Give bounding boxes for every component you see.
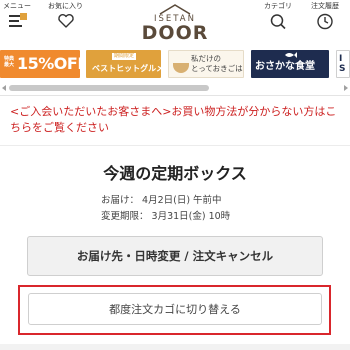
bottom-bar	[0, 344, 350, 350]
clock-icon	[317, 13, 333, 30]
scroll-left-icon[interactable]	[2, 85, 6, 91]
favorites-label: お気に入り	[48, 2, 83, 10]
change-deadline: 変更期限： 3月31日(金) 10時	[101, 211, 231, 222]
banner-discount-small: 特典最大	[3, 56, 14, 68]
divider	[0, 145, 350, 146]
delivery-date: お届け： 4月2日(日) 午前中	[101, 195, 222, 206]
isetan-door-logo[interactable]: ISETAN DOOR	[128, 2, 222, 46]
order-history-button[interactable]: 注文履歴	[311, 2, 339, 30]
header: メニュー お気に入り ISETAN DOOR カテゴリ 注文履歴	[0, 0, 350, 46]
banner-carousel: 特典最大 15%OFF 期間限定 ベストヒットグルメ 私だけのとっておきごはん …	[0, 46, 350, 82]
category-label: カテゴリ	[264, 2, 292, 10]
heart-icon	[57, 14, 74, 28]
switch-to-single-order-cart-button[interactable]: 都度注文カゴに切り替える	[28, 293, 322, 325]
menu-icon	[9, 13, 27, 27]
menu-label: メニュー	[3, 2, 31, 10]
banner-discount[interactable]: 特典最大 15%OFF	[0, 50, 80, 78]
divider	[0, 95, 350, 96]
menu-button[interactable]: メニュー	[3, 2, 31, 29]
banner-fish-dining-text: おさかな食堂	[255, 61, 315, 72]
scroll-thumb[interactable]	[9, 85, 209, 91]
banner-fish-dining[interactable]: おさかな食堂	[251, 50, 329, 78]
banner-scrollbar[interactable]	[0, 84, 350, 92]
page-title: 今週の定期ボックス	[103, 164, 247, 183]
banner-special-meal-text: 私だけのとっておきごはん	[191, 54, 243, 73]
banner-discount-text: 15%OFF	[17, 54, 80, 73]
history-label: 注文履歴	[311, 2, 339, 10]
banner-best-hit-text: ベストヒットグルメ	[92, 64, 161, 73]
favorites-button[interactable]: お気に入り	[48, 2, 83, 29]
search-icon	[270, 14, 286, 30]
banner-special-meal[interactable]: 私だけのとっておきごはん	[168, 50, 244, 78]
banner-partial[interactable]: I S	[336, 50, 350, 78]
banner-best-hit-tag: 期間限定	[112, 53, 137, 60]
bowl-icon	[173, 63, 189, 73]
new-member-guide-link[interactable]: <ご入会いただいたお客さまへ>お買い物方法が分からない方はこちらをご覧ください	[10, 104, 344, 136]
category-button[interactable]: カテゴリ	[264, 2, 292, 30]
banner-partial-text: I S	[339, 54, 346, 74]
banner-best-hit[interactable]: 期間限定 ベストヒットグルメ	[86, 50, 161, 78]
scroll-right-icon[interactable]	[344, 85, 348, 91]
change-delivery-cancel-button[interactable]: お届け先・日時変更 / 注文キャンセル	[27, 236, 323, 276]
logo-line2: DOOR	[141, 22, 209, 44]
